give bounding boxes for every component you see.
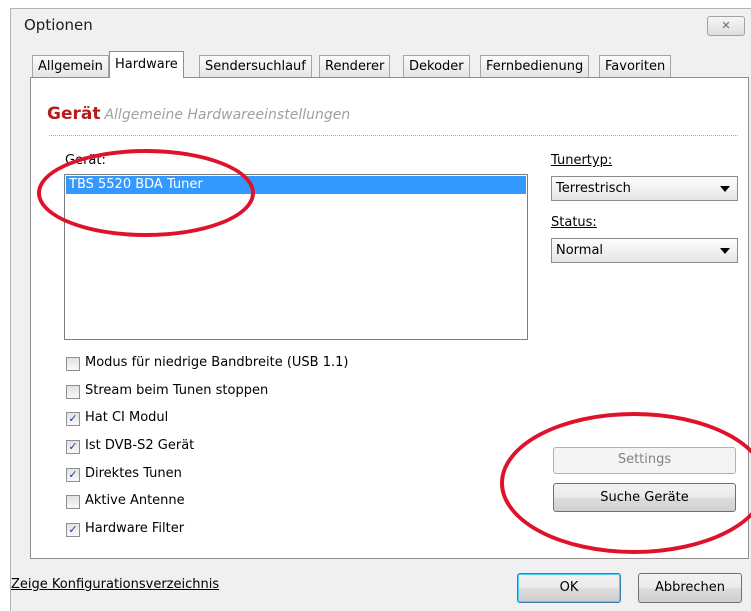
status-select[interactable]: Normal <box>551 238 738 263</box>
checkbox-label: Direktes Tunen <box>85 466 182 481</box>
section-subtitle: Allgemeine Hardwareeinstellungen <box>104 107 351 123</box>
ok-button[interactable]: OK <box>517 573 621 603</box>
checkbox-label: Hat CI Modul <box>85 410 169 425</box>
checkbox-label: Modus für niedrige Bandbreite (USB 1.1) <box>85 355 349 370</box>
tab-allgemein[interactable]: Allgemein <box>32 55 109 77</box>
chevron-down-icon <box>720 186 730 192</box>
status-label: Status: <box>551 215 597 230</box>
tab-favoriten[interactable]: Favoriten <box>599 55 672 77</box>
section-title: Gerät <box>47 104 101 124</box>
chevron-down-icon <box>720 248 730 254</box>
checkbox-label: Ist DVB-S2 Gerät <box>85 438 195 453</box>
checkbox-label: Hardware Filter <box>85 521 185 536</box>
tunertyp-label: Tunertyp: <box>551 153 613 168</box>
section-divider <box>49 135 738 136</box>
checkbox-niedrige-bandbreite[interactable] <box>66 357 80 371</box>
close-icon: ✕ <box>721 19 731 32</box>
red-annotation-ellipse-buttons <box>500 412 751 554</box>
tab-hardware[interactable]: Hardware <box>109 51 184 78</box>
checkbox-hardware-filter[interactable]: ✓ <box>66 523 80 537</box>
checkbox-dvb-s2[interactable]: ✓ <box>66 440 80 454</box>
close-button[interactable]: ✕ <box>707 16 745 36</box>
config-directory-link[interactable]: Zeige Konfigurationsverzeichnis <box>11 577 219 592</box>
tab-fernbedienung[interactable]: Fernbedienung <box>480 55 590 77</box>
tab-renderer[interactable]: Renderer <box>319 55 391 77</box>
checkbox-direktes-tunen[interactable]: ✓ <box>66 468 80 482</box>
section-heading: Gerät Allgemeine Hardwareeinstellungen <box>47 104 350 124</box>
window-title: Optionen <box>24 16 93 34</box>
status-value: Normal <box>556 243 604 258</box>
red-annotation-ellipse-device <box>37 149 255 237</box>
checkbox-ci-modul[interactable]: ✓ <box>66 412 80 426</box>
tunertyp-value: Terrestrisch <box>556 181 631 196</box>
cancel-button[interactable]: Abbrechen <box>638 573 742 603</box>
tunertyp-select[interactable]: Terrestrisch <box>551 176 738 201</box>
checkbox-label: Stream beim Tunen stoppen <box>85 383 269 398</box>
tab-dekoder[interactable]: Dekoder <box>403 55 470 77</box>
tab-sendersuchlauf[interactable]: Sendersuchlauf <box>199 55 312 77</box>
checkbox-label: Aktive Antenne <box>85 493 185 508</box>
checkbox-aktive-antenne[interactable] <box>66 495 80 509</box>
checkbox-stream-stoppen[interactable] <box>66 385 80 399</box>
